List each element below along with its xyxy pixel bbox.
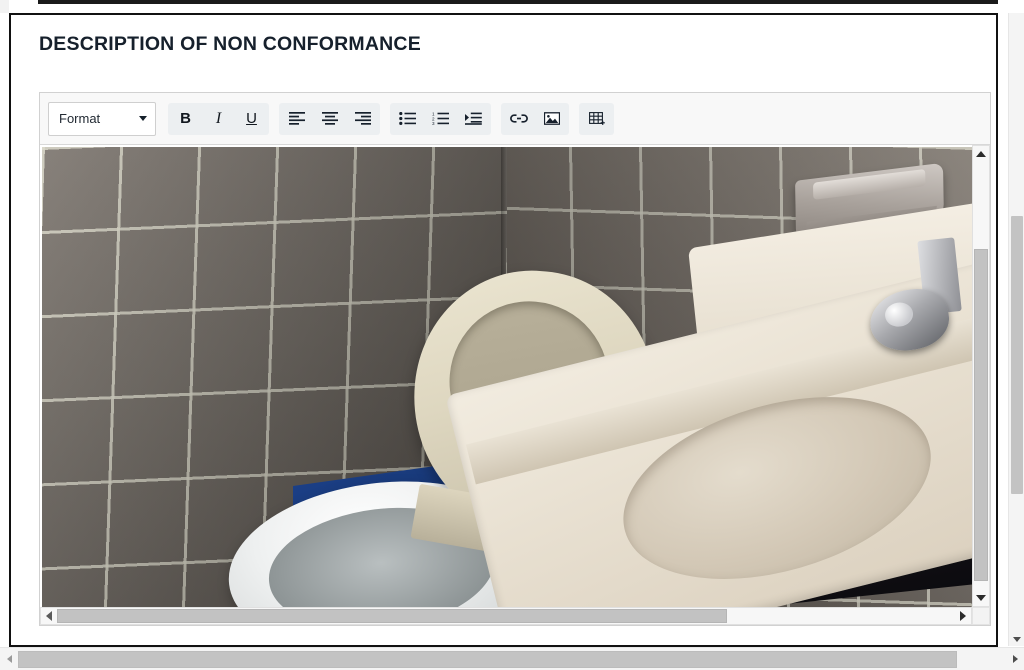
image-icon	[543, 112, 560, 125]
bathroom-photo	[42, 147, 972, 607]
horizontal-scroll-thumb[interactable]	[57, 609, 727, 623]
editor-toolbar: Format B I U 1 2 3	[40, 93, 990, 145]
align-center-icon	[321, 112, 338, 125]
page-scroll-right-button[interactable]	[1006, 648, 1024, 670]
toolbar-group-text-style: B I U	[168, 102, 269, 135]
triangle-down-icon	[1012, 636, 1021, 642]
page-vertical-scroll-thumb[interactable]	[1011, 215, 1023, 495]
editor-body	[40, 145, 990, 625]
triangle-up-icon	[976, 151, 986, 157]
page-horizontal-scrollbar[interactable]	[0, 647, 1024, 670]
scroll-right-button[interactable]	[955, 608, 971, 624]
page-scroll-down-button[interactable]	[1009, 632, 1024, 646]
format-select-label: Format	[59, 111, 101, 126]
insert-table-button[interactable]	[580, 104, 613, 134]
align-left-icon	[288, 112, 305, 125]
align-right-button[interactable]	[346, 104, 379, 134]
toolbar-group-lists: 1 2 3	[390, 102, 491, 135]
scroll-down-button[interactable]	[973, 590, 989, 606]
scrollbar-corner	[972, 607, 990, 625]
triangle-left-icon	[6, 655, 12, 663]
insert-link-button[interactable]	[502, 104, 535, 134]
table-icon	[588, 111, 605, 125]
underline-button[interactable]: U	[235, 104, 268, 134]
triangle-right-icon	[960, 611, 966, 621]
triangle-left-icon	[46, 611, 52, 621]
window-top-dark-bar	[38, 0, 998, 4]
link-icon	[509, 114, 528, 123]
underline-icon: U	[246, 110, 257, 127]
content-panel: DESCRIPTION OF NON CONFORMANCE Format B …	[9, 13, 998, 647]
rich-text-editor: Format B I U 1 2 3	[39, 92, 991, 626]
editor-horizontal-scrollbar[interactable]	[40, 607, 972, 625]
toolbar-group-insert	[501, 102, 569, 135]
numbered-list-icon: 1 2 3	[432, 112, 449, 125]
page-scroll-left-button[interactable]	[0, 648, 18, 670]
align-center-button[interactable]	[313, 104, 346, 134]
page-vertical-scrollbar[interactable]	[1008, 13, 1024, 646]
vertical-scroll-thumb[interactable]	[974, 249, 988, 581]
page-horizontal-scroll-thumb[interactable]	[18, 650, 957, 668]
triangle-down-icon	[976, 595, 986, 601]
bulleted-list-icon	[399, 112, 416, 125]
scroll-up-button[interactable]	[973, 146, 989, 162]
browser-viewport: DESCRIPTION OF NON CONFORMANCE Format B …	[0, 0, 1024, 670]
toolbar-group-alignment	[279, 102, 380, 135]
align-left-button[interactable]	[280, 104, 313, 134]
svg-text:3: 3	[432, 121, 435, 125]
indent-icon	[465, 112, 482, 125]
chevron-down-icon	[139, 116, 147, 121]
bold-icon: B	[180, 110, 191, 127]
top-left-gutter	[0, 0, 9, 13]
bulleted-list-button[interactable]	[391, 104, 424, 134]
increase-indent-button[interactable]	[457, 104, 490, 134]
page-title: DESCRIPTION OF NON CONFORMANCE	[39, 33, 421, 55]
triangle-right-icon	[1012, 655, 1018, 663]
numbered-list-button[interactable]: 1 2 3	[424, 104, 457, 134]
editor-content-area[interactable]	[42, 147, 972, 607]
toolbar-group-table	[579, 102, 614, 135]
scroll-left-button[interactable]	[41, 608, 57, 624]
align-right-icon	[354, 112, 371, 125]
window-top-strip	[0, 0, 1024, 13]
editor-vertical-scrollbar[interactable]	[972, 145, 990, 607]
italic-button[interactable]: I	[202, 104, 235, 134]
format-select[interactable]: Format	[48, 101, 156, 136]
insert-image-button[interactable]	[535, 104, 568, 134]
bold-button[interactable]: B	[169, 104, 202, 134]
italic-icon: I	[215, 109, 222, 127]
page-horizontal-track[interactable]	[18, 648, 1006, 670]
